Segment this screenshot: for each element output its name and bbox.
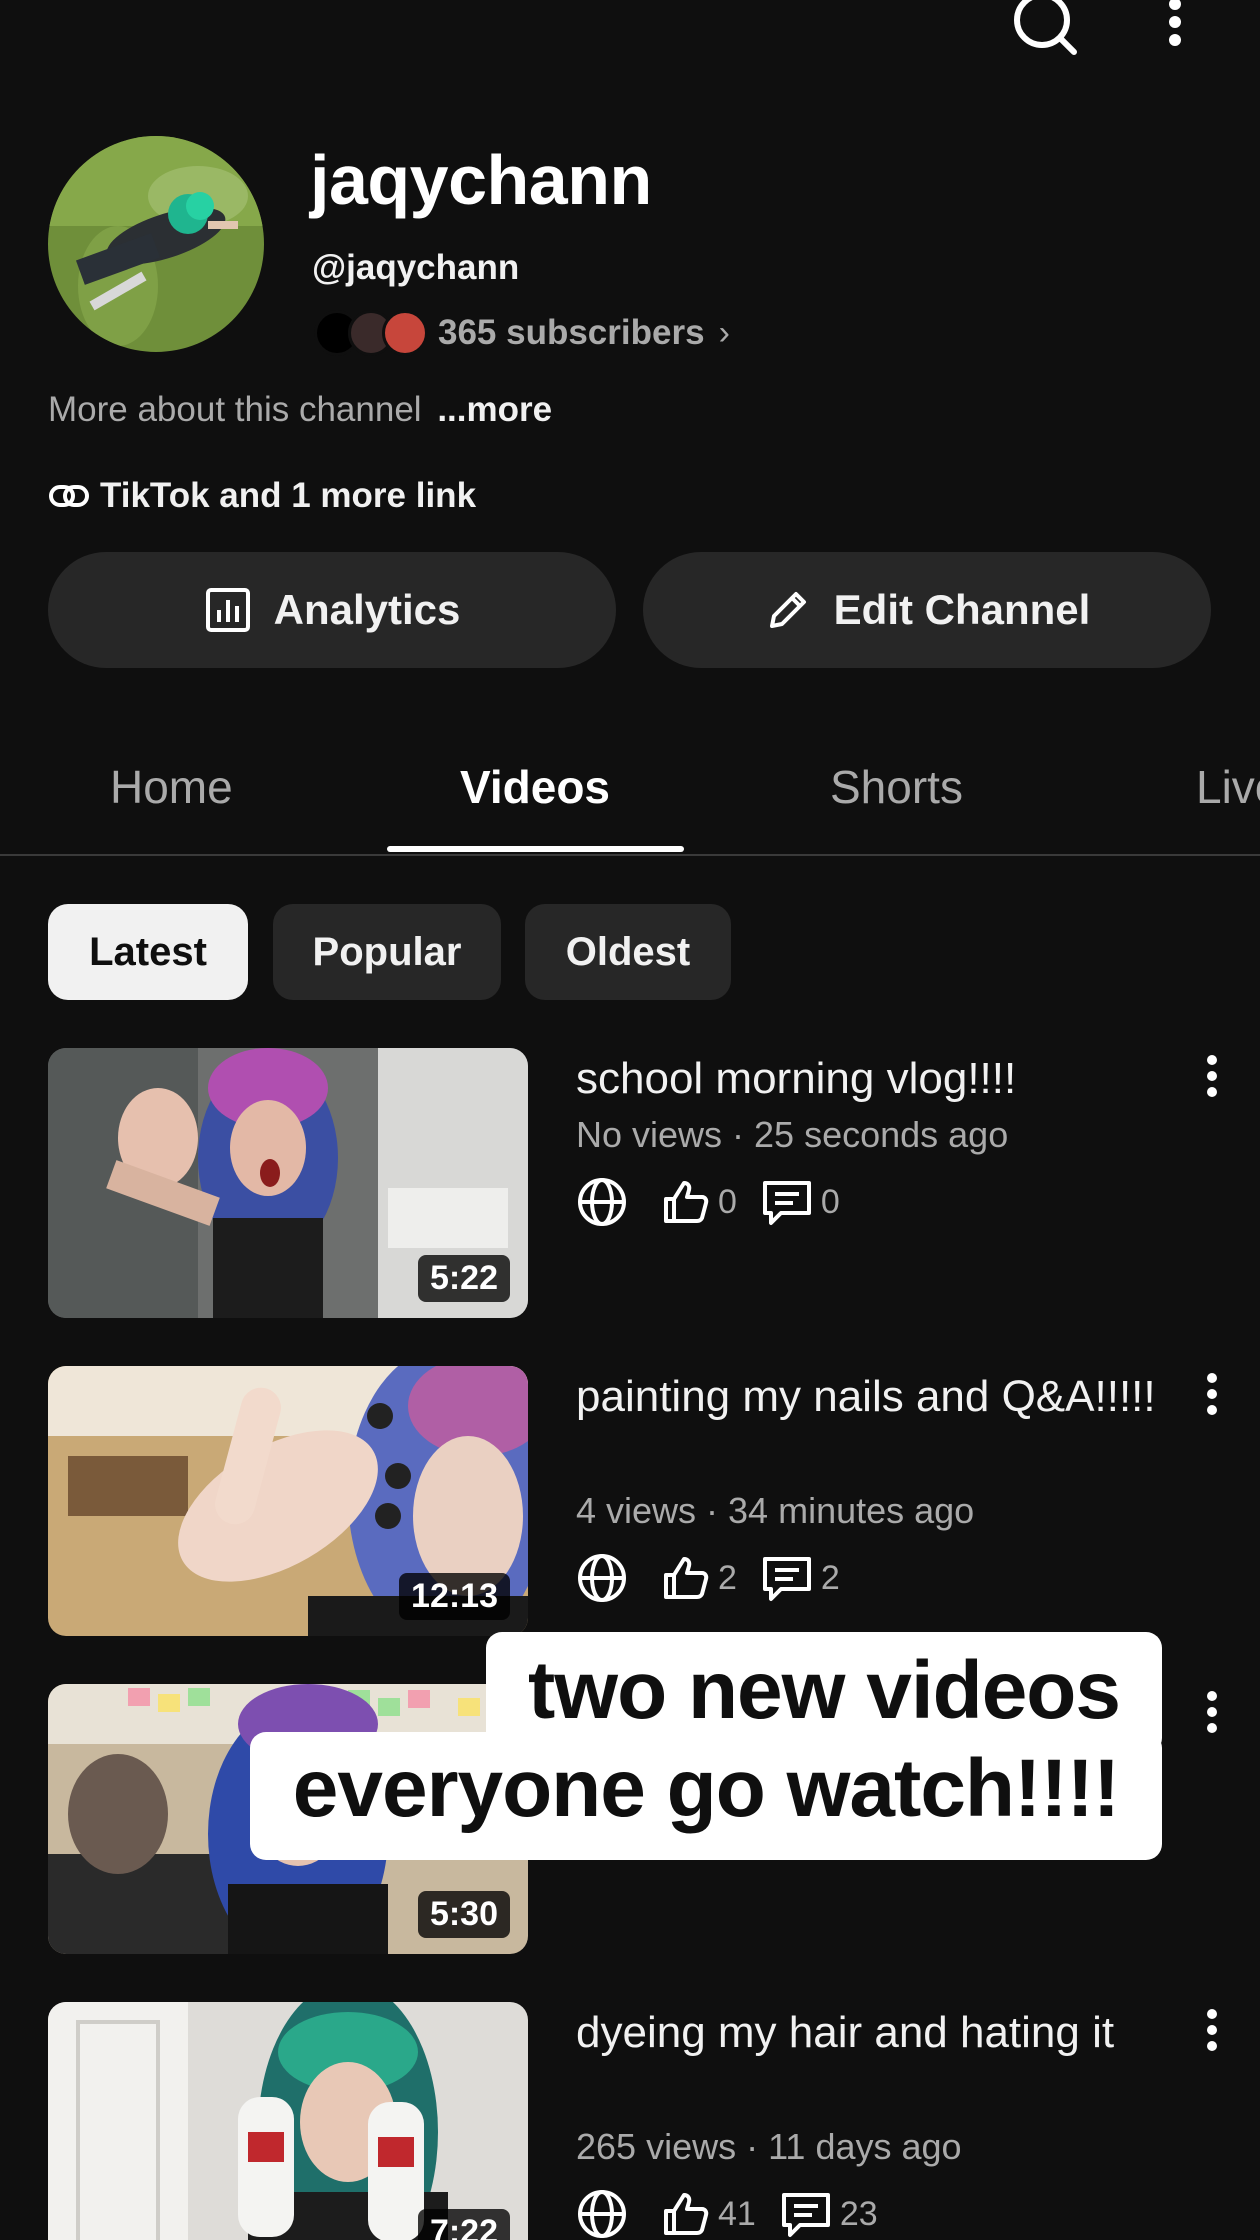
public-globe-icon [576,2188,636,2240]
channel-tabs: Home Videos Shorts Live [0,740,1260,856]
caption-line-2: everyone go watch!!!! [292,1743,1120,1834]
comment-icon [762,1181,811,1225]
video-title[interactable]: school morning vlog!!!! [576,1050,1156,1108]
more-vert-icon[interactable] [1155,0,1195,60]
video-stats: 41 23 [576,2184,902,2240]
video-duration: 7:22 [417,2209,510,2240]
subscriber-avatar [382,310,428,356]
chip-latest[interactable]: Latest [48,904,248,1000]
likes-count: 0 [718,1182,737,1221]
video-item[interactable]: 5:22 school morning vlog!!!! No views · … [0,1048,1260,1318]
chevron-right-icon: › [718,313,730,352]
caption-line-1: two new videos [528,1645,1121,1736]
video-thumbnail[interactable]: 12:13 [48,1366,528,1636]
links-label: TikTok and 1 more link [100,476,477,515]
video-item[interactable]: 12:13 painting my nails and Q&A!!!!! 4 v… [0,1366,1260,1636]
video-duration: 5:30 [417,1891,510,1938]
comments-stat: 2 [761,1553,840,1603]
about-text: More about this channel [48,390,422,429]
channel-name: jaqychann [310,141,652,219]
top-bar [0,0,1260,70]
video-stats: 2 2 [576,1548,864,1608]
likes-count: 2 [718,1558,737,1597]
edit-channel-label: Edit Channel [833,586,1091,633]
analytics-icon [205,588,250,632]
chip-popular[interactable]: Popular [273,904,501,1000]
channel-handle: @jaqychann [312,248,520,287]
video-title[interactable]: dyeing my hair and hating it [576,2004,1156,2062]
likes-count: 41 [718,2194,756,2233]
pencil-icon [769,592,806,628]
subscribers-row[interactable]: 365 subscribers › [314,308,730,358]
video-more-icon[interactable] [1200,1052,1224,1102]
comments-stat: 23 [780,2189,878,2239]
video-meta: No views · 25 seconds ago [576,1114,1009,1155]
tab-shorts[interactable]: Shorts [830,760,963,814]
comments-stat: 0 [761,1177,840,1227]
tab-home[interactable]: Home [110,760,233,814]
video-more-icon[interactable] [1200,2006,1224,2056]
about-more-link[interactable]: ...more [437,390,552,429]
channel-links[interactable]: TikTok and 1 more link [48,476,476,516]
active-tab-indicator [387,846,684,852]
likes-stat: 2 [660,1553,737,1603]
analytics-button[interactable]: Analytics [48,552,616,668]
thumb-up-icon [664,2193,709,2235]
likes-stat: 41 [660,2189,756,2239]
caption-overlay: two new videos everyone go watch!!!! [250,1632,1162,1860]
video-more-icon[interactable] [1200,1688,1224,1738]
comments-count: 2 [820,1558,840,1597]
video-thumbnail[interactable]: 7:22 [48,2002,528,2240]
tab-live[interactable]: Live [1196,760,1260,814]
search-icon[interactable] [1010,0,1080,60]
about-row[interactable]: More about this channel ...more [48,390,552,430]
video-item[interactable]: 7:22 dyeing my hair and hating it 265 vi… [0,2002,1260,2240]
public-globe-icon [576,1552,636,1604]
subscriber-avatars [314,308,434,358]
analytics-label: Analytics [273,586,461,633]
thumb-up-icon [664,1181,709,1223]
link-icon [49,485,89,507]
video-duration: 12:13 [399,1573,510,1620]
video-duration: 5:22 [417,1255,510,1302]
tab-videos[interactable]: Videos [460,760,610,814]
channel-avatar[interactable] [48,136,264,352]
video-thumbnail[interactable]: 5:22 [48,1048,528,1318]
likes-stat: 0 [660,1177,737,1227]
public-globe-icon [576,1176,636,1228]
comments-count: 23 [839,2194,878,2233]
video-meta: 265 views · 11 days ago [576,2126,962,2167]
comment-icon [781,2193,830,2237]
video-meta: 4 views · 34 minutes ago [576,1490,975,1531]
thumb-up-icon [664,1557,709,1599]
video-stats: 0 0 [576,1172,864,1232]
comment-icon [762,1557,811,1601]
video-more-icon[interactable] [1200,1370,1224,1420]
comments-count: 0 [820,1182,840,1221]
video-title[interactable]: painting my nails and Q&A!!!!! [576,1368,1156,1426]
edit-channel-button[interactable]: Edit Channel [643,552,1211,668]
subscriber-count: 365 subscribers [438,313,705,352]
chip-oldest[interactable]: Oldest [525,904,731,1000]
